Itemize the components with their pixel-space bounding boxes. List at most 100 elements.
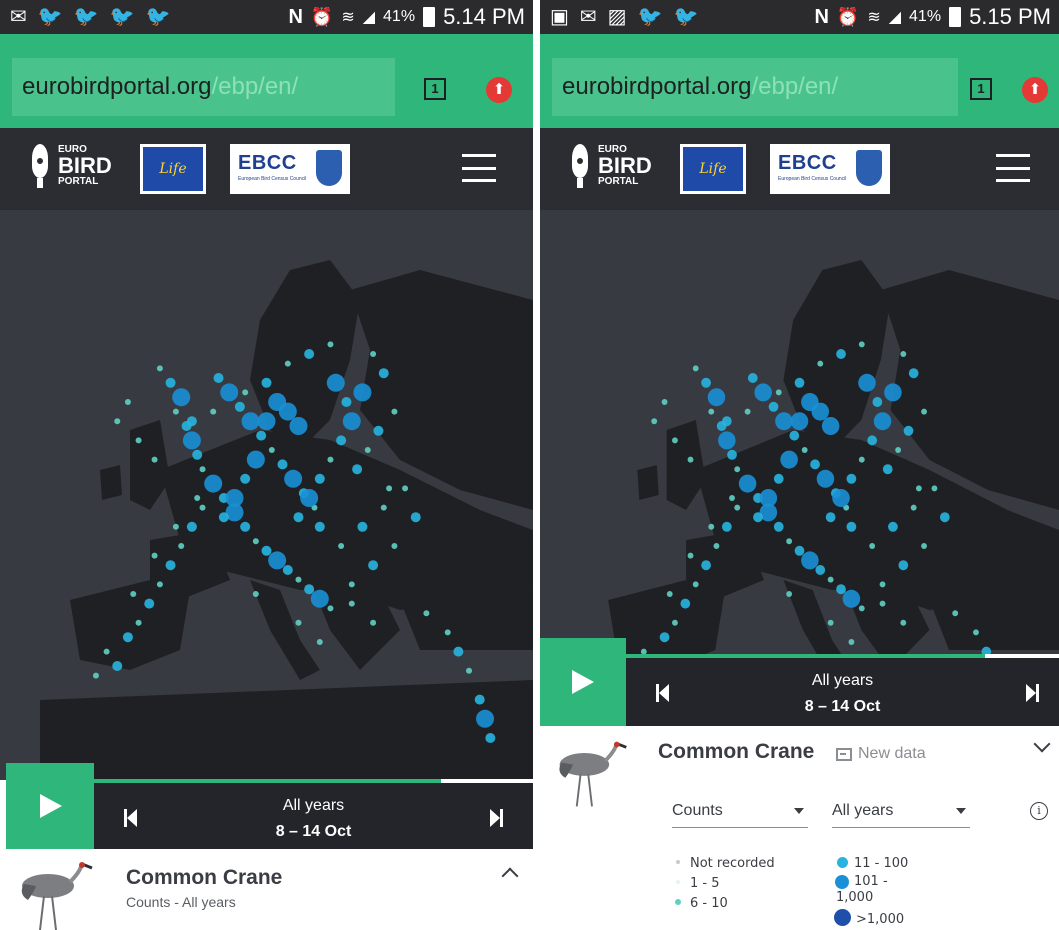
map-point (680, 598, 691, 609)
upload-icon[interactable]: ⬆ (1022, 77, 1048, 103)
map-point (701, 377, 711, 388)
play-button[interactable] (540, 638, 626, 726)
distribution-map[interactable] (540, 210, 1059, 656)
land-region-8 (666, 420, 706, 510)
map-point (846, 473, 857, 484)
map-point (423, 610, 430, 617)
eurobirdportal-logo[interactable]: EURO BIRD PORTAL (570, 144, 652, 188)
eurobirdportal-logo[interactable]: EURO BIRD PORTAL (30, 144, 112, 188)
map-point (218, 512, 229, 523)
play-button[interactable] (6, 763, 94, 849)
chevron-up-icon[interactable] (501, 867, 519, 885)
timeline-dates: 8 – 14 Oct (275, 823, 352, 840)
map-point (242, 389, 249, 396)
url-path: /ebp/en/ (751, 73, 839, 100)
map-point (476, 709, 495, 728)
species-name: Common Crane (126, 866, 283, 889)
map-point (727, 449, 737, 460)
map-point (753, 512, 763, 523)
map-point (348, 581, 355, 588)
map-point (234, 401, 245, 412)
europe-map-svg (40, 260, 533, 780)
url-domain: eurobirdportal.org (22, 73, 212, 100)
map-point (789, 430, 800, 441)
eu-life-logo: Life (680, 144, 746, 194)
upload-icon[interactable]: ⬆ (486, 77, 512, 103)
status-bar: ✉ 🐦 🐦 🐦 🐦 N ⏰ ≋ ◢ 41% 5.14 PM (0, 0, 533, 34)
distribution-map[interactable] (0, 210, 533, 780)
battery-level: 41% (909, 8, 942, 25)
map-point (879, 600, 886, 607)
map-point (701, 560, 711, 571)
twitter-icon: 🐦 (37, 6, 63, 28)
map-point (130, 591, 137, 597)
menu-icon[interactable] (462, 154, 496, 182)
map-point (801, 447, 808, 453)
timeline-dates: 8 – 14 Oct (804, 698, 881, 715)
map-point (342, 412, 361, 431)
url-domain: eurobirdportal.org (562, 73, 752, 100)
map-point (821, 417, 840, 435)
map-point (156, 581, 163, 588)
map-point (718, 431, 736, 450)
app-icon: ▣ (550, 6, 569, 28)
land-region-5 (250, 580, 320, 680)
legend-label-not-recorded: Not recorded (690, 856, 775, 871)
map-point (721, 416, 732, 427)
map-point (261, 377, 272, 388)
map-point (801, 551, 819, 570)
next-week-icon[interactable] (489, 809, 503, 827)
play-icon (40, 794, 62, 818)
map-point (672, 437, 678, 444)
caret-down-icon (794, 808, 804, 814)
map-point (692, 581, 699, 588)
variable-select[interactable]: Counts (672, 800, 808, 828)
tab-switcher-button[interactable]: 1 (970, 78, 992, 100)
map-point (327, 341, 334, 348)
map-point (293, 512, 304, 523)
info-icon[interactable]: i (1030, 802, 1048, 820)
map-point (352, 464, 363, 475)
map-point (858, 341, 865, 348)
wifi-icon: ≋ (867, 9, 881, 26)
chevron-down-icon[interactable] (1033, 735, 1051, 753)
url-field[interactable]: eurobirdportal.org/ebp/en/ (12, 58, 395, 116)
menu-icon[interactable] (996, 154, 1030, 182)
next-week-icon[interactable] (1025, 684, 1039, 702)
new-data-indicator[interactable]: New data (836, 745, 926, 763)
ebcc-logo: EBCC European Bird Census Council (230, 144, 350, 194)
map-point (165, 560, 176, 571)
map-point (811, 402, 830, 421)
map-point (144, 598, 155, 609)
map-point (240, 473, 251, 484)
common-crane-image (559, 741, 627, 807)
legend-dot-not-recorded (676, 860, 680, 864)
map-point (92, 672, 99, 679)
map-point (284, 469, 303, 488)
map-point (721, 521, 732, 532)
map-point (194, 495, 201, 501)
browser-toolbar: eurobirdportal.org/ebp/en/ 1 ⬆ (0, 34, 533, 128)
map-point (284, 360, 291, 367)
map-point (316, 639, 323, 645)
map-point (973, 629, 979, 636)
twitter-icon: 🐦 (73, 6, 99, 28)
map-point (848, 639, 855, 645)
map-point (872, 397, 883, 407)
play-icon (572, 670, 594, 694)
map-point (692, 365, 699, 372)
nfc-icon: N (288, 5, 303, 28)
map-point (734, 466, 741, 473)
clock: 5.14 PM (443, 4, 525, 29)
system-status: N ⏰ ≋ ◢ 41% 5.15 PM (814, 4, 1051, 30)
map-point (738, 474, 757, 493)
url-field[interactable]: eurobirdportal.org/ebp/en/ (552, 58, 958, 116)
period-select[interactable]: All years (832, 800, 970, 828)
map-point (277, 459, 288, 470)
url-path: /ebp/en/ (211, 73, 299, 100)
map-point (310, 589, 329, 608)
nfc-icon: N (814, 5, 829, 28)
map-point (186, 416, 197, 427)
tab-switcher-button[interactable]: 1 (424, 78, 446, 100)
map-point (178, 543, 185, 549)
